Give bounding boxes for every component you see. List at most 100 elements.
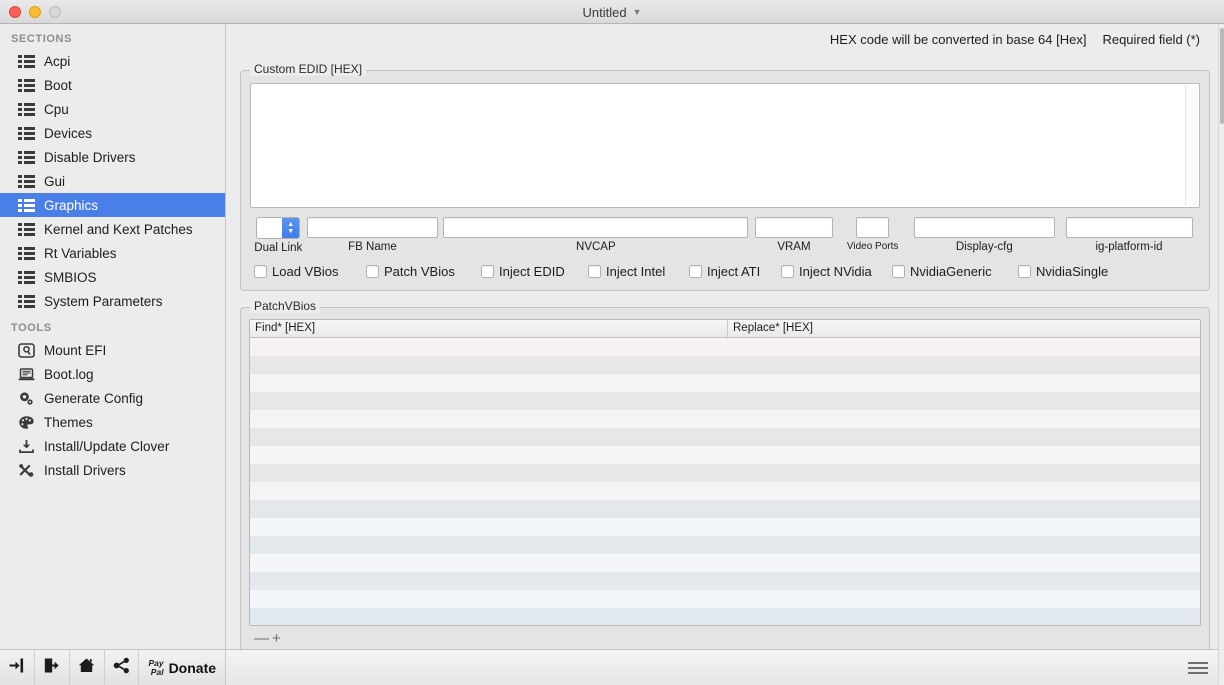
checkbox-icon[interactable]: [1018, 265, 1031, 278]
document-title[interactable]: Untitled: [583, 5, 627, 20]
checkbox-patch-vbios[interactable]: Patch VBios: [366, 264, 481, 279]
sidebar-item-boot-log[interactable]: Boot.log: [0, 362, 225, 386]
paypal-line2: Pal: [151, 667, 164, 677]
scrollbar-thumb[interactable]: [1220, 28, 1224, 124]
checkbox-icon[interactable]: [588, 265, 601, 278]
sidebar-item-label: Acpi: [44, 54, 70, 69]
ig-platform-id-input[interactable]: [1066, 217, 1193, 238]
share-button[interactable]: [105, 650, 140, 685]
checkbox-icon[interactable]: [689, 265, 702, 278]
sidebar-item-system-parameters[interactable]: System Parameters: [0, 289, 225, 313]
minimize-button[interactable]: [29, 6, 41, 18]
table-row[interactable]: [250, 554, 1200, 572]
export-button[interactable]: [35, 650, 70, 685]
chevron-down-icon[interactable]: ▼: [633, 7, 642, 17]
nvcap-input[interactable]: [443, 217, 748, 238]
list-icon: [18, 102, 35, 117]
app-window: Untitled ▼ SECTIONS Acpi Boot: [0, 0, 1224, 685]
checkbox-inject-ati[interactable]: Inject ATI: [689, 264, 781, 279]
sidebar-item-kernel-and-kext-patches[interactable]: Kernel and Kext Patches: [0, 217, 225, 241]
sidebar-item-boot[interactable]: Boot: [0, 73, 225, 97]
donate-button[interactable]: Pay Pal Donate: [139, 650, 225, 685]
sidebar-item-devices[interactable]: Devices: [0, 121, 225, 145]
table-row[interactable]: [250, 464, 1200, 482]
checkbox-label: Inject ATI: [707, 264, 760, 279]
paypal-logo: Pay Pal: [148, 659, 163, 677]
display-cfg-label: Display-cfg: [956, 241, 1013, 253]
checkbox-nvidia-generic[interactable]: NvidiaGeneric: [892, 264, 1018, 279]
sidebar-item-disable-drivers[interactable]: Disable Drivers: [0, 145, 225, 169]
add-row-button[interactable]: +: [272, 632, 281, 646]
sidebar-item-label: Boot: [44, 78, 72, 93]
checkbox-inject-nvidia[interactable]: Inject NVidia: [781, 264, 892, 279]
checkbox-inject-edid[interactable]: Inject EDID: [481, 264, 588, 279]
sidebar-item-mount-efi[interactable]: Mount EFI: [0, 338, 225, 362]
table-row[interactable]: [250, 392, 1200, 410]
table-row[interactable]: [250, 410, 1200, 428]
sidebar-item-cpu[interactable]: Cpu: [0, 97, 225, 121]
gears-icon: [18, 391, 35, 406]
table-row[interactable]: [250, 446, 1200, 464]
sidebar-item-label: Cpu: [44, 102, 69, 117]
patchvbios-table[interactable]: Find* [HEX] Replace* [HEX]: [249, 319, 1201, 626]
remove-row-button[interactable]: —: [254, 632, 269, 646]
list-icon: [18, 78, 35, 93]
checkbox-icon[interactable]: [481, 265, 494, 278]
import-button[interactable]: [0, 650, 35, 685]
table-row[interactable]: [250, 428, 1200, 446]
checkbox-label: Load VBios: [272, 264, 339, 279]
checkbox-icon[interactable]: [892, 265, 905, 278]
fb-name-input[interactable]: [307, 217, 438, 238]
custom-edid-input[interactable]: [250, 83, 1200, 208]
donate-label: Donate: [169, 660, 216, 676]
dual-link-input[interactable]: [257, 218, 282, 238]
vram-input[interactable]: [755, 217, 833, 238]
sidebar-item-label: Mount EFI: [44, 343, 106, 358]
sidebar-item-install-drivers[interactable]: Install Drivers: [0, 458, 225, 482]
sidebar-item-acpi[interactable]: Acpi: [0, 49, 225, 73]
checkbox-icon[interactable]: [254, 265, 267, 278]
table-row[interactable]: [250, 374, 1200, 392]
window-vertical-scrollbar[interactable]: [1218, 24, 1224, 685]
list-icon: [18, 270, 35, 285]
table-row[interactable]: [250, 536, 1200, 554]
patchvbios-table-body[interactable]: [250, 338, 1200, 625]
fb-name-label: FB Name: [348, 241, 397, 253]
sidebar-item-rt-variables[interactable]: Rt Variables: [0, 241, 225, 265]
sidebar-item-generate-config[interactable]: Generate Config: [0, 386, 225, 410]
table-row[interactable]: [250, 590, 1200, 608]
hamburger-grip-icon[interactable]: [1188, 662, 1208, 674]
custom-edid-scrollbar[interactable]: [1185, 85, 1198, 206]
checkbox-load-vbios[interactable]: Load VBios: [254, 264, 366, 279]
close-button[interactable]: [9, 6, 21, 18]
sidebar-item-gui[interactable]: Gui: [0, 169, 225, 193]
table-row[interactable]: [250, 482, 1200, 500]
sidebar-item-install-update-clover[interactable]: Install/Update Clover: [0, 434, 225, 458]
zoom-button[interactable]: [49, 6, 61, 18]
column-header-find[interactable]: Find* [HEX]: [250, 320, 728, 337]
table-row[interactable]: [250, 518, 1200, 536]
checkbox-inject-intel[interactable]: Inject Intel: [588, 264, 689, 279]
table-row[interactable]: [250, 356, 1200, 374]
table-row[interactable]: [250, 338, 1200, 356]
table-row[interactable]: [250, 572, 1200, 590]
sidebar-item-smbios[interactable]: SMBIOS: [0, 265, 225, 289]
dual-link-label: Dual Link: [254, 242, 302, 254]
checkbox-icon[interactable]: [781, 265, 794, 278]
checkbox-icon[interactable]: [366, 265, 379, 278]
column-header-replace[interactable]: Replace* [HEX]: [728, 320, 1200, 337]
table-row[interactable]: [250, 608, 1200, 625]
sidebar-item-label: Install Drivers: [44, 463, 126, 478]
video-ports-input[interactable]: [856, 217, 889, 238]
window-body: SECTIONS Acpi Boot: [0, 24, 1224, 685]
stepper-arrows-icon[interactable]: ▲▼: [282, 218, 299, 238]
nvcap-field-cell: NVCAP: [441, 217, 750, 253]
table-row[interactable]: [250, 500, 1200, 518]
display-cfg-input[interactable]: [914, 217, 1055, 238]
sidebar-item-graphics[interactable]: Graphics: [0, 193, 225, 217]
dual-link-stepper[interactable]: ▲▼: [256, 217, 300, 239]
video-ports-field-cell: Video Ports: [838, 217, 908, 252]
checkbox-nvidia-single[interactable]: NvidiaSingle: [1018, 264, 1108, 279]
sidebar-item-themes[interactable]: Themes: [0, 410, 225, 434]
home-button[interactable]: [70, 650, 105, 685]
